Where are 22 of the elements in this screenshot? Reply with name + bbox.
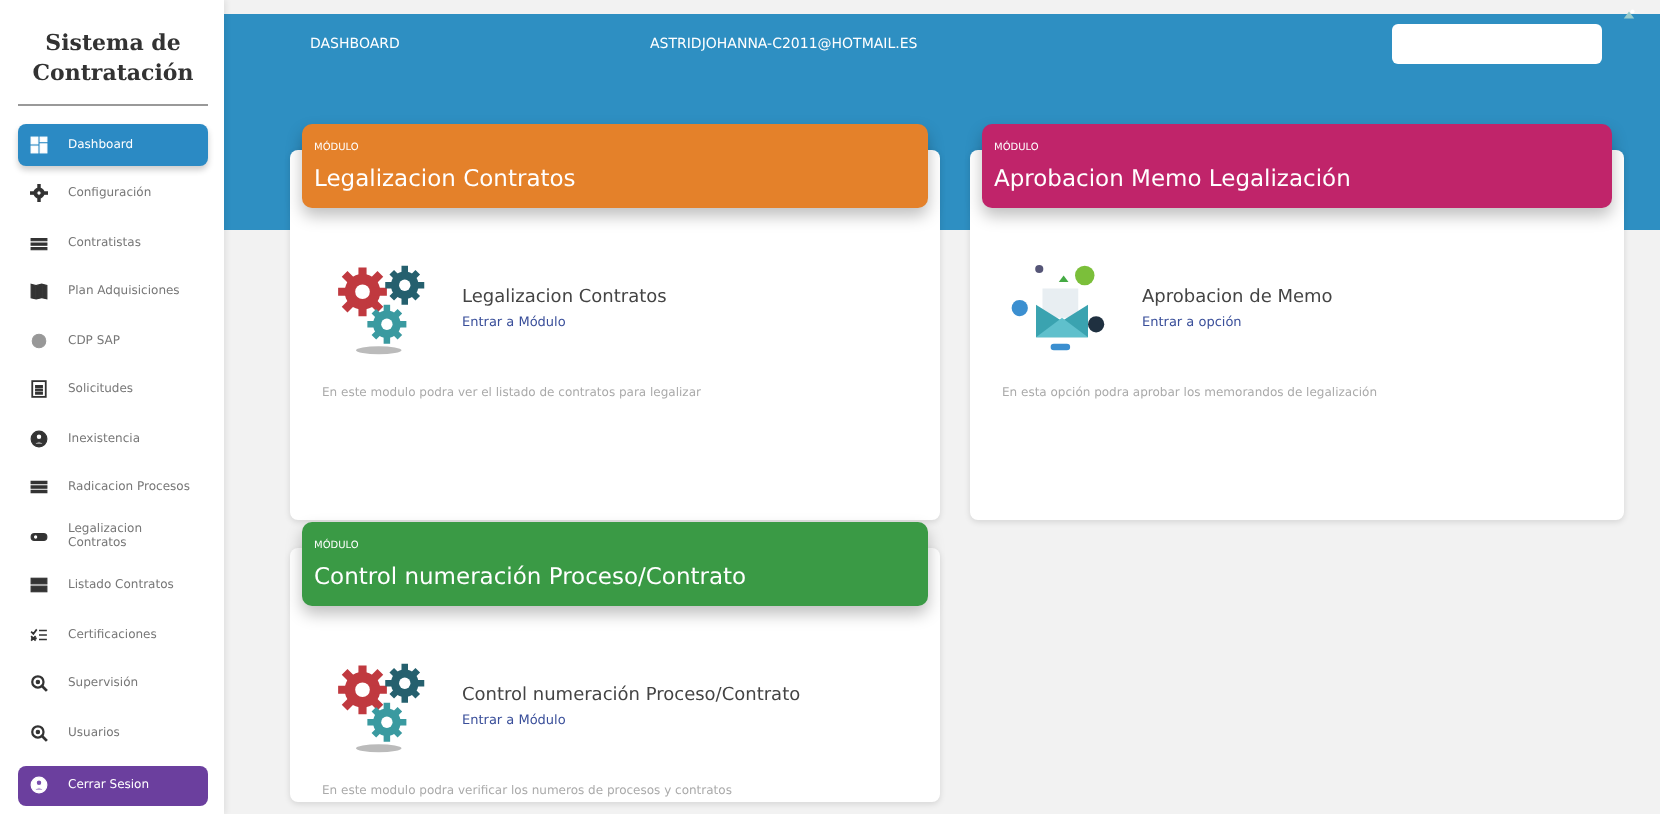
card-title: Legalizacion Contratos — [314, 164, 578, 192]
card-title: Control numeración Proceso/Contrato — [314, 562, 749, 590]
image-icon[interactable] — [1622, 8, 1636, 22]
zoom-icon — [30, 674, 48, 693]
user-icon — [30, 776, 48, 795]
checklist-icon — [30, 625, 48, 644]
list-icon — [30, 478, 48, 497]
app-title: Sistema de Contratación — [30, 28, 196, 88]
circle-icon — [30, 331, 48, 350]
grid-icon — [30, 380, 48, 399]
dashboard-icon — [30, 135, 48, 154]
module-name: Aprobacion de Memo — [1142, 287, 1333, 307]
module-name: Control numeración Proceso/Contrato — [462, 685, 801, 705]
search-field[interactable] — [1392, 24, 1602, 64]
gear-icon — [30, 184, 48, 203]
module-name: Legalizacion Contratos — [462, 287, 667, 307]
map-icon — [30, 282, 48, 301]
zoom-icon — [30, 723, 48, 742]
layers-icon — [30, 576, 48, 595]
list-icon — [30, 233, 48, 252]
card-title: Aprobacion Memo Legalización — [994, 164, 1353, 192]
user-icon — [30, 429, 48, 448]
